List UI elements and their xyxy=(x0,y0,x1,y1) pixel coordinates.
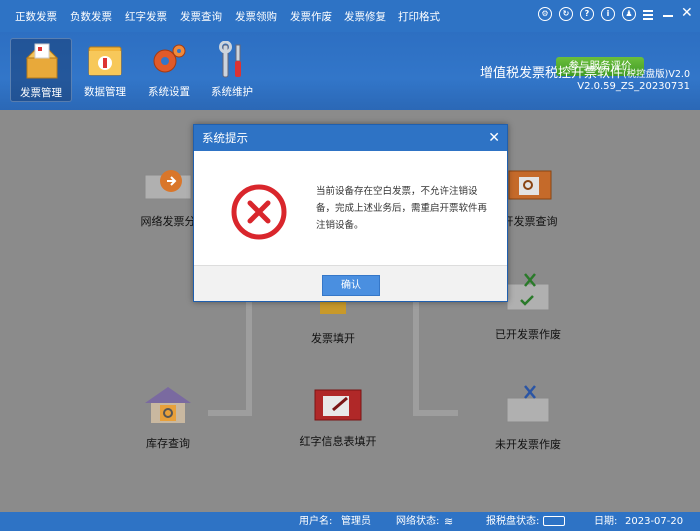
user-circle-icon[interactable]: ♟ xyxy=(622,7,636,21)
invoice-scissors-icon xyxy=(506,273,550,311)
info-circle-icon[interactable]: i xyxy=(601,7,615,21)
network-distribute-icon xyxy=(144,170,192,200)
dialog-message: 当前设备存在空白发票，不允许注销设备，完成上述业务后，需重启开票软件再注销设备。 xyxy=(316,186,488,231)
tool-system-settings[interactable]: 系统设置 xyxy=(138,38,200,102)
close-icon[interactable]: ✕ xyxy=(681,5,693,21)
status-user-value: 管理员 xyxy=(341,516,371,527)
tools-icon xyxy=(219,41,241,78)
warehouse-search-icon xyxy=(145,387,191,423)
app-title-text: 增值税发票税控开票软件 xyxy=(479,66,623,81)
minimize-icon[interactable] xyxy=(662,9,674,21)
flow-label: 发票填开 xyxy=(311,332,355,345)
flow-stock-query[interactable]: 库存查询 xyxy=(143,385,193,450)
invoice-box-icon xyxy=(25,43,59,79)
status-network-label: 网络状态: xyxy=(396,516,440,527)
flow-label: 库存查询 xyxy=(146,437,190,450)
window-controls: ⚙ ↻ ? i ♟ ✕ xyxy=(538,5,700,25)
flow-connector xyxy=(246,300,252,416)
dialog-close-icon[interactable]: ✕ xyxy=(488,125,500,151)
invoice-search-icon xyxy=(508,170,552,200)
tool-invoice-management[interactable]: 发票管理 xyxy=(10,38,72,102)
flow-network-distribute[interactable]: 网络发票分 xyxy=(141,165,196,228)
dialog-title-text: 系统提示 xyxy=(202,131,248,145)
status-bar: 用户名: 管理员 网络状态: ≋ 报税盘状态: 日期: 2023-07-20 xyxy=(0,512,700,531)
status-user-label: 用户名: xyxy=(299,516,333,527)
menu-item-invoice-query[interactable]: 发票查询 xyxy=(180,9,222,24)
flow-red-info-fill[interactable]: 红字信息表填开 xyxy=(300,382,377,448)
main-toolbar: 发票管理 数据管理 系统设置 系统维护 参与服务评价 增值税发票税控开票软件(税… xyxy=(0,32,700,110)
app-title-suffix: (税控盘版)V2.0 xyxy=(622,69,690,80)
app-title: 增值税发票税控开票软件(税控盘版)V2.0 xyxy=(480,62,690,81)
help-circle-icon[interactable]: ? xyxy=(580,7,594,21)
flow-unissued-void[interactable]: 未开发票作废 xyxy=(495,382,561,451)
tool-data-management[interactable]: 数据管理 xyxy=(74,38,136,102)
top-menu-bar: 正数发票 负数发票 红字发票 发票查询 发票领购 发票作废 发票修复 打印格式 … xyxy=(0,0,700,32)
dialog-title: 系统提示 ✕ xyxy=(194,125,507,151)
confirm-button[interactable]: 确认 xyxy=(322,275,380,296)
data-folder-icon xyxy=(88,46,122,76)
menu-icon[interactable] xyxy=(643,9,655,21)
tool-label: 数据管理 xyxy=(84,86,126,98)
refresh-circle-icon[interactable]: ↻ xyxy=(559,7,573,21)
tax-disk-icon xyxy=(543,516,565,526)
menu-item-red-invoice[interactable]: 红字发票 xyxy=(125,9,167,24)
status-tax-disk-label: 报税盘状态: xyxy=(486,516,540,527)
app-version: V2.0.59_ZS_20230731 xyxy=(577,81,690,92)
system-prompt-dialog: 系统提示 ✕ 当前设备存在空白发票，不允许注销设备，完成上述业务后，需重启开票软… xyxy=(193,124,508,302)
menu-item-invoice-purchase[interactable]: 发票领购 xyxy=(235,9,277,24)
menu-item-invoice-repair[interactable]: 发票修复 xyxy=(344,9,386,24)
flow-connector xyxy=(413,410,458,416)
flow-connector xyxy=(413,300,419,416)
flow-label: 红字信息表填开 xyxy=(299,435,377,448)
menu-item-negative-invoice[interactable]: 负数发票 xyxy=(70,9,112,24)
menu-item-positive-invoice[interactable]: 正数发票 xyxy=(15,9,57,24)
gears-icon xyxy=(153,44,186,73)
flow-issued-query[interactable]: 开发票查询 xyxy=(503,165,558,228)
tool-system-maintenance[interactable]: 系统维护 xyxy=(201,38,263,102)
menu-item-invoice-void[interactable]: 发票作废 xyxy=(290,9,332,24)
wifi-icon: ≋ xyxy=(444,515,454,528)
red-invoice-pen-icon xyxy=(314,389,362,421)
flow-label: 未开发票作废 xyxy=(495,438,561,451)
status-date-value: 2023-07-20 xyxy=(625,516,684,527)
flow-label: 已开发票作废 xyxy=(495,328,561,341)
settings-circle-icon[interactable]: ⚙ xyxy=(538,7,552,21)
invoice-scissors-icon xyxy=(506,385,550,423)
menu-item-print-format[interactable]: 打印格式 xyxy=(398,9,440,24)
tool-label: 系统维护 xyxy=(211,86,253,98)
tool-label: 发票管理 xyxy=(20,87,62,99)
error-x-icon xyxy=(231,184,287,240)
dialog-footer: 确认 xyxy=(194,265,507,301)
flow-issued-void[interactable]: 已开发票作废 xyxy=(495,270,561,341)
status-date-label: 日期: xyxy=(594,516,618,527)
tool-label: 系统设置 xyxy=(148,86,190,98)
